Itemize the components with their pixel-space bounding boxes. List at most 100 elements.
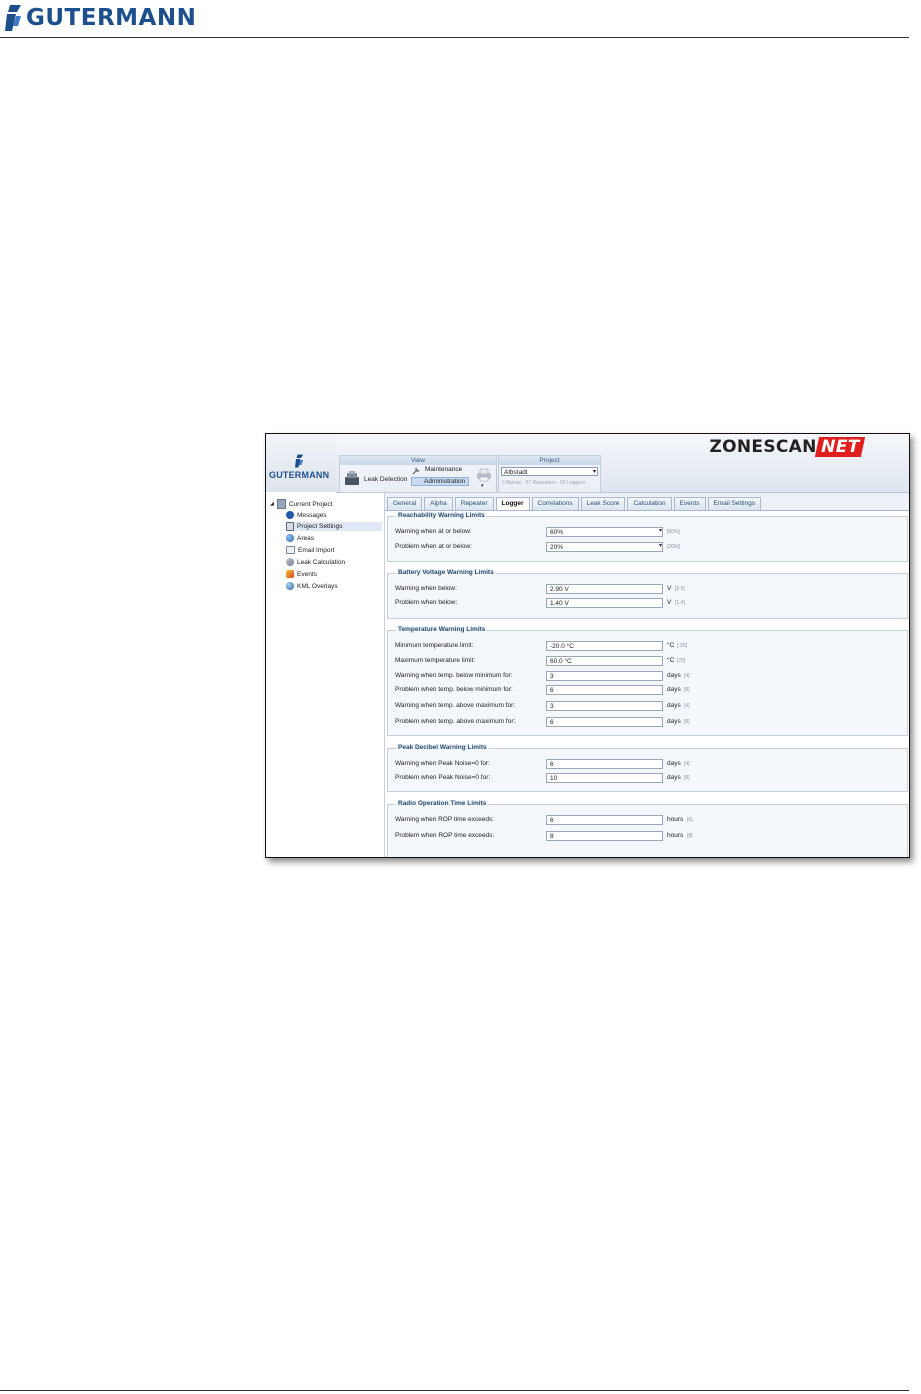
temp-min-input[interactable]: -20.0 °C	[546, 641, 663, 651]
tree-item-leak-calculation[interactable]: Leak Calculation	[286, 558, 345, 566]
default-value: [8]	[684, 687, 690, 693]
product-logo: ZONESCAN NET	[710, 437, 866, 457]
peak-warning-input[interactable]: 6	[546, 759, 663, 769]
ribbon-group-project: Project Albstadt ▾ 2 Alphas - 57 Repeate…	[498, 455, 601, 493]
page-header: GUTERMANN	[0, 0, 921, 40]
info-icon	[286, 511, 294, 519]
battery-section: Battery Voltage Warning Limits Warning w…	[387, 569, 908, 619]
printer-icon[interactable]	[476, 468, 492, 482]
administration-button[interactable]: Administration	[411, 477, 470, 486]
gutermann-logo-icon	[5, 5, 21, 31]
tab-repeater[interactable]: Repeater	[454, 497, 494, 510]
default-value: [6]	[687, 817, 693, 823]
temp-below-problem-input[interactable]: 6	[546, 685, 663, 695]
temp-above-problem-input[interactable]: 6	[546, 717, 663, 727]
events-flame-icon	[286, 570, 294, 578]
tree-item-events[interactable]: Events	[286, 570, 317, 578]
temp-max-input[interactable]: 60.0 °C	[546, 656, 663, 666]
default-value: [1.4]	[675, 600, 685, 606]
default-value: [4]	[684, 703, 690, 709]
setting-row: Maximum temperature limit: 60.0 °C °C [7…	[395, 656, 686, 666]
setting-row: Problem when temp. above maximum for: 6 …	[395, 717, 690, 727]
tab-general[interactable]: General	[387, 497, 423, 510]
tab-alpha[interactable]: Alpha	[424, 497, 453, 510]
settings-document-icon	[286, 522, 294, 531]
leak-detection-button[interactable]: Leak Detection	[364, 476, 407, 483]
peak-decibel-section: Peak Decibel Warning Limits Warning when…	[387, 744, 908, 792]
tab-logger[interactable]: Logger	[495, 497, 530, 511]
reach-problem-select[interactable]: 20%	[546, 542, 663, 552]
default-value: [70]	[677, 658, 686, 664]
globe-icon	[286, 534, 294, 542]
tree-item-areas[interactable]: Areas	[286, 534, 314, 542]
setting-row: Warning when at or below: 60% ▾ [60%]	[395, 527, 680, 537]
section-title: Temperature Warning Limits	[396, 626, 488, 633]
brand-name: GUTERMANN	[26, 5, 197, 31]
tab-correlations[interactable]: Correlations	[531, 497, 579, 510]
setting-row: Problem when Peak Noise=0 for: 10 days […	[395, 773, 690, 783]
group-title: Project	[499, 456, 600, 465]
project-summary: 2 Alphas - 57 Repeaters - 93 Loggers	[502, 480, 586, 486]
battery-problem-input[interactable]: 1.40 V	[546, 598, 663, 608]
project-icon	[276, 499, 286, 509]
setting-row: Problem when below: 1.40 V V [1.4]	[395, 598, 685, 608]
app-screenshot: GUTERMANN ZONESCAN NET View Leak Detectio…	[265, 433, 910, 858]
section-title: Radio Operation Time Limits	[396, 800, 489, 807]
maintenance-button[interactable]: Maintenance	[425, 466, 462, 473]
tab-email-settings[interactable]: Email Settings	[707, 497, 762, 510]
setting-row: Warning when Peak Noise=0 for: 6 days [4…	[395, 759, 690, 769]
calculator-pen-icon	[286, 558, 294, 566]
setting-row: Problem when at or below: 20% ▾ [20%]	[395, 542, 680, 552]
setting-row: Warning when temp. above maximum for: 3 …	[395, 701, 690, 711]
reach-warning-select[interactable]: 60%	[546, 527, 663, 537]
tree-root[interactable]: ◢ Current Project	[270, 499, 333, 509]
tree-item-project-settings[interactable]: Project Settings	[286, 522, 382, 531]
rop-problem-input[interactable]: 8	[546, 831, 663, 841]
chevron-down-icon[interactable]: ▾	[659, 542, 662, 549]
tab-events[interactable]: Events	[673, 497, 706, 510]
globe-layers-icon	[286, 582, 294, 590]
section-title: Peak Decibel Warning Limits	[396, 744, 489, 751]
tree-root-label: Current Project	[288, 500, 333, 508]
group-title: View	[340, 456, 496, 465]
reachability-section: Reachability Warning Limits Warning when…	[387, 512, 908, 562]
app-brand-name: GUTERMANN	[269, 470, 330, 480]
chevron-down-icon[interactable]: ▾	[481, 483, 484, 489]
tab-calculation[interactable]: Calculation	[627, 497, 672, 510]
admin-label: Administration	[424, 478, 466, 485]
peak-problem-input[interactable]: 10	[546, 773, 663, 783]
setting-row: Warning when ROP time exceeds: 6 hours […	[395, 815, 693, 825]
ribbon: ZONESCAN NET View Leak Detection Maintena…	[336, 434, 909, 493]
default-value: [8]	[684, 719, 690, 725]
temperature-section: Temperature Warning Limits Minimum tempe…	[387, 626, 908, 736]
gutermann-logo-icon	[295, 454, 303, 468]
header-rule	[0, 37, 909, 38]
project-select[interactable]: Albstadt ▾	[501, 467, 598, 476]
tree-item-email-import[interactable]: Email Import	[286, 546, 334, 554]
chevron-down-icon[interactable]: ▾	[659, 527, 662, 534]
tree-item-messages[interactable]: Messages	[286, 511, 327, 519]
setting-row: Problem when temp. below minimum for: 6 …	[395, 685, 690, 695]
setting-row: Warning when temp. below minimum for: 3 …	[395, 671, 690, 681]
logger-settings-panel: Reachability Warning Limits Warning when…	[385, 510, 909, 857]
default-value: [2.9]	[675, 586, 685, 592]
tab-leak-score[interactable]: Leak Score	[580, 497, 626, 510]
envelope-icon	[286, 546, 295, 554]
collapse-triangle-icon[interactable]: ◢	[270, 501, 274, 507]
radio-operation-section: Radio Operation Time Limits Warning when…	[387, 800, 908, 857]
chevron-down-icon: ▾	[592, 469, 596, 475]
default-value: [4]	[684, 673, 690, 679]
app-logo: GUTERMANN	[266, 434, 337, 492]
default-value: [4]	[684, 761, 690, 767]
default-value: [-30]	[677, 643, 688, 649]
tree-item-kml-overlays[interactable]: KML Overlays	[286, 582, 338, 590]
temp-below-warning-input[interactable]: 3	[546, 671, 663, 681]
setting-row: Minimum temperature limit: -20.0 °C °C […	[395, 641, 688, 651]
battery-warning-input[interactable]: 2.90 V	[546, 584, 663, 594]
settings-tabs: General Alpha Repeater Logger Correlatio…	[385, 497, 762, 511]
section-title: Reachability Warning Limits	[396, 512, 487, 519]
rop-warning-input[interactable]: 6	[546, 815, 663, 825]
setting-row: Warning when below: 2.90 V V [2.9]	[395, 584, 685, 594]
default-value: [8]	[687, 833, 693, 839]
temp-above-warning-input[interactable]: 3	[546, 701, 663, 711]
